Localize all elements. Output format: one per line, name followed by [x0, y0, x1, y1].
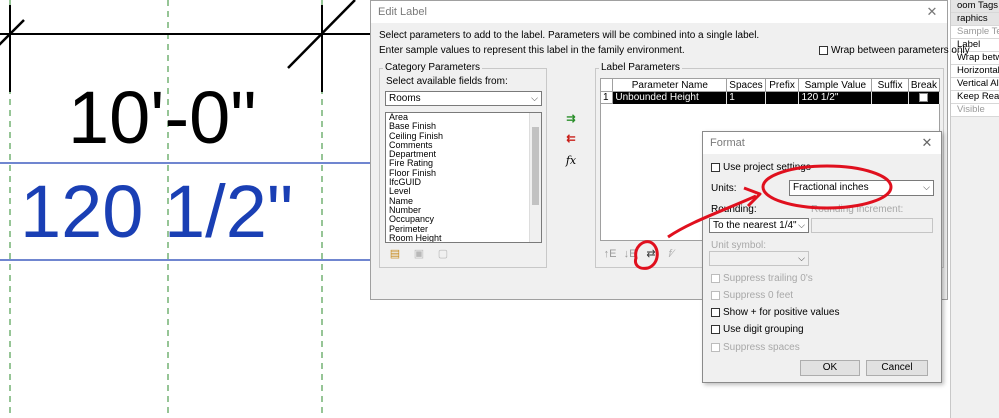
chevron-down-icon: ⌵ [531, 93, 538, 103]
units-select[interactable]: Fractional inches ⌵ [789, 180, 934, 196]
suffix-cell[interactable] [871, 91, 909, 104]
col-header: Suffix [871, 78, 909, 92]
label-sample-text[interactable]: 120 1/2" [20, 172, 293, 252]
list-scrollbar[interactable] [529, 113, 541, 242]
unit-symbol-label: Unit symbol: [711, 240, 767, 251]
delete-parameter-icon[interactable]: ▢ [436, 248, 450, 260]
prop-row[interactable]: Sample Tex [951, 26, 999, 39]
add-parameter-icon[interactable]: ⇉ [564, 113, 578, 125]
list-item[interactable]: Room Height [386, 233, 541, 242]
sample-value-cell[interactable]: 120 1/2" [798, 91, 873, 104]
prop-row[interactable]: Keep Reada [951, 91, 999, 104]
dialog-title: Edit Label [371, 1, 947, 23]
col-header: Break [907, 78, 941, 92]
chevron-down-icon: ⌵ [798, 220, 805, 230]
scroll-thumb[interactable] [532, 127, 539, 205]
fx-icon[interactable]: fx [564, 155, 578, 167]
break-checkbox[interactable] [919, 93, 929, 103]
rounding-increment-label: Rounding increment: [811, 204, 904, 215]
digit-grouping-checkbox[interactable] [711, 325, 720, 334]
suppress-spaces-checkbox[interactable] [711, 343, 720, 352]
ok-button[interactable]: OK [800, 360, 860, 376]
category-group-label: Category Parameters [383, 62, 483, 73]
format-title: Format [703, 132, 941, 154]
category-select[interactable]: Rooms ⌵ [385, 91, 542, 106]
break-cell[interactable] [908, 91, 941, 104]
col-header: Parameter Name [612, 78, 728, 92]
calc-fx-icon[interactable]: f⁄ [664, 248, 678, 260]
rounding-increment-field[interactable] [811, 218, 933, 233]
rounding-select[interactable]: To the nearest 1/4" ⌵ [709, 218, 809, 233]
remove-parameter-icon[interactable]: ⇇ [564, 133, 578, 145]
category-fields-list[interactable]: Area Base Finish Ceiling Finish Comments… [385, 112, 542, 243]
suppress-trailing-checkbox[interactable] [711, 274, 720, 283]
dimension-text: 10'-0" [68, 76, 257, 159]
prop-row: oom Tags : [951, 0, 999, 13]
prefix-cell[interactable] [765, 91, 800, 104]
units-label: Units: [711, 183, 737, 194]
instruction-text-1: Select parameters to add to the label. P… [379, 30, 760, 41]
unit-symbol-select[interactable]: ⌵ [709, 251, 809, 266]
show-plus-checkbox[interactable] [711, 308, 720, 317]
digit-grouping-label: Use digit grouping [723, 324, 804, 335]
suppress-spaces-label: Suppress spaces [723, 342, 800, 353]
rounding-label: Rounding: [711, 204, 757, 215]
label-params-table[interactable]: Parameter Name Spaces Prefix Sample Valu… [599, 78, 941, 104]
close-button[interactable]: ✕ [917, 1, 947, 23]
format-dialog: Format ✕ Use project settings Units: Fra… [702, 131, 942, 383]
use-project-settings-label: Use project settings [723, 162, 811, 173]
prop-row[interactable]: Visible [951, 104, 999, 117]
table-row[interactable]: 1 Unbounded Height 1 120 1/2" [599, 91, 941, 104]
instruction-text-2: Enter sample values to represent this la… [379, 45, 685, 56]
move-up-icon[interactable]: ↑E [603, 248, 617, 260]
show-plus-label: Show + for positive values [723, 307, 840, 318]
col-header: Prefix [764, 78, 800, 92]
new-parameter-icon[interactable]: ▤ [388, 248, 402, 260]
edit-units-format-icon[interactable]: ⇄ [644, 248, 658, 260]
parameter-name-cell[interactable]: Unbounded Height [612, 91, 728, 104]
prop-row[interactable]: Horizontal A [951, 65, 999, 78]
spaces-cell[interactable]: 1 [726, 91, 766, 104]
properties-panel: oom Tags : raphics Sample Tex Label Wrap… [950, 0, 999, 418]
label-params-group-label: Label Parameters [599, 62, 682, 73]
col-header: Sample Value [798, 78, 873, 92]
chevron-down-icon: ⌵ [923, 182, 930, 192]
row-number: 1 [599, 91, 614, 104]
col-header: Spaces [726, 78, 766, 92]
fields-from-label: Select available fields from: [386, 76, 508, 87]
prop-row[interactable]: Vertical Alig [951, 78, 999, 91]
suppress-trailing-label: Suppress trailing 0's [723, 273, 813, 284]
col-header [599, 78, 614, 92]
suppress-zero-feet-checkbox[interactable] [711, 291, 720, 300]
edit-parameter-icon[interactable]: ▣ [412, 248, 426, 260]
drawing-canvas[interactable]: 10'-0" 120 1/2" [0, 0, 370, 418]
prop-row: raphics [951, 13, 999, 26]
wrap-checkbox-label: Wrap between parameters only [831, 45, 970, 56]
wrap-checkbox[interactable] [819, 46, 828, 55]
close-button[interactable]: ✕ [913, 132, 941, 154]
suppress-zero-feet-label: Suppress 0 feet [723, 290, 794, 301]
chevron-down-icon: ⌵ [798, 253, 805, 263]
move-down-icon[interactable]: ↓E [623, 248, 637, 260]
use-project-settings-checkbox[interactable] [711, 163, 720, 172]
cancel-button[interactable]: Cancel [866, 360, 928, 376]
